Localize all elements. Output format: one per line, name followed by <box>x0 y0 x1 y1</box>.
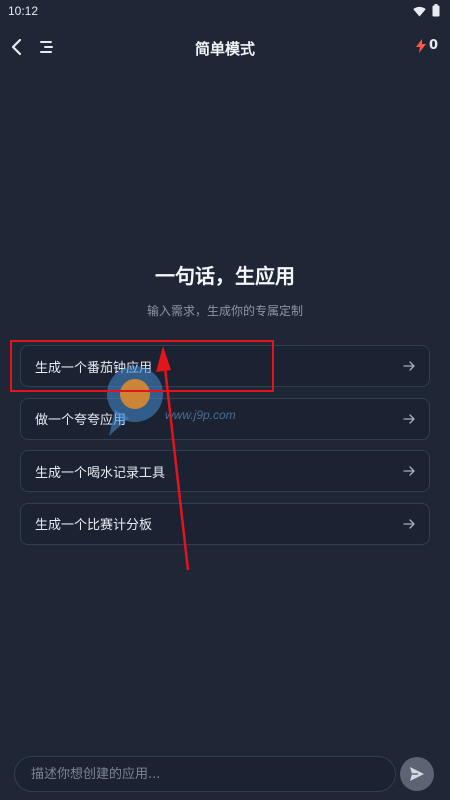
arrow-right-icon <box>403 466 415 476</box>
suggestion-label: 生成一个喝水记录工具 <box>35 465 166 481</box>
suggestion-label: 生成一个番茄钟应用 <box>35 360 153 376</box>
suggestion-item[interactable]: 生成一个喝水记录工具 <box>20 450 430 492</box>
energy-count: 0 <box>428 38 438 53</box>
status-time: 10:12 <box>8 4 39 18</box>
hero-subtitle: 输入需求，生成你的专属定制 <box>146 304 303 318</box>
energy-counter[interactable]: 0 <box>415 38 438 53</box>
status-bar: 10:12 <box>0 0 450 22</box>
send-button[interactable] <box>400 757 434 791</box>
suggestion-item[interactable]: 做一个夸夸应用 <box>20 397 430 440</box>
prompt-input[interactable] <box>31 766 395 782</box>
hero-title: 一句话，生应用 <box>155 264 295 288</box>
suggestion-item[interactable]: 生成一个比赛计分板 <box>20 502 430 545</box>
status-icons <box>413 2 440 21</box>
arrow-right-icon <box>403 361 415 371</box>
prompt-input-container <box>14 756 396 792</box>
page-title: 简单模式 <box>194 40 255 58</box>
send-icon <box>410 767 424 781</box>
nav-bar: 简单模式 0 <box>0 28 450 68</box>
arrow-right-icon <box>403 413 415 424</box>
lightning-icon <box>415 38 426 53</box>
wifi-icon <box>413 2 426 21</box>
suggestion-item[interactable]: 生成一个番茄钟应用 <box>20 345 430 387</box>
suggestion-label: 做一个夸夸应用 <box>35 413 127 428</box>
battery-icon <box>432 2 440 21</box>
arrow-right-icon <box>403 518 415 529</box>
suggestion-label: 生成一个比赛计分板 <box>35 518 153 533</box>
suggestion-list: 生成一个番茄钟应用 做一个夸夸应用 生成一个喝水记录工具 生成一个比赛计分板 <box>20 345 430 555</box>
